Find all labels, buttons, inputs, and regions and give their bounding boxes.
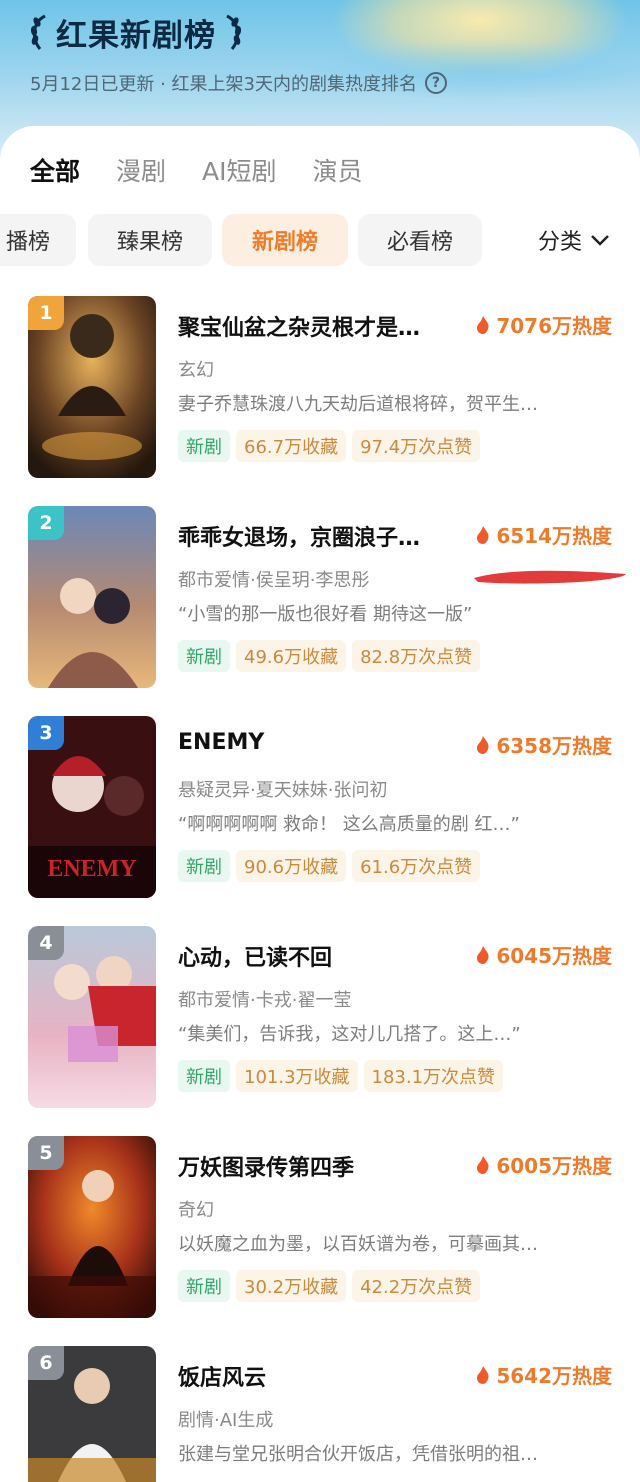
rank-badge: 4 (28, 926, 64, 960)
list-item[interactable]: 1 聚宝仙盆之杂灵根才是… 7076万热度 玄幻 妻子乔慧珠渡八九天劫后道根将碎… (28, 296, 628, 478)
tab-must-watch-ranking[interactable]: 必看榜 (358, 214, 482, 266)
rank-badge: 3 (28, 716, 64, 750)
heat-text: 6045万热度 (496, 944, 612, 968)
heat-text: 6005万热度 (496, 1154, 612, 1178)
drama-title[interactable]: 聚宝仙盆之杂灵根才是… (178, 310, 458, 342)
stat-badges: 新剧 30.2万收藏 42.2万次点赞 (178, 1270, 481, 1302)
list-item[interactable]: 2 乖乖女退场，京圈浪子… 6514万热度 都市爱情·侯呈玥·李思彤 “小雪的那… (28, 506, 628, 688)
question-circle-icon[interactable]: ? (424, 72, 447, 94)
category-button[interactable]: 分类 (520, 214, 640, 266)
stat-badges: 新剧 101.3万收藏 183.1万次点赞 (178, 1060, 504, 1092)
page-title: 红果新剧榜 (56, 17, 216, 54)
update-subtitle: 5月12日已更新 · 红果上架3天内的剧集热度排名 ? (30, 70, 447, 96)
drama-title[interactable]: ENEMY (178, 730, 458, 755)
drama-title[interactable]: 饭店风云 (178, 1360, 458, 1392)
flame-icon (477, 735, 489, 754)
subtitle-text: 5月12日已更新 · 红果上架3天内的剧集热度排名 (30, 74, 417, 95)
favorites-badge: 66.7万收藏 (236, 430, 347, 462)
flame-icon (477, 525, 489, 544)
drama-tags: 奇幻 (178, 1200, 214, 1221)
tab-new-drama-ranking[interactable]: 新剧榜 (222, 214, 348, 266)
drama-description: “集美们，告诉我，这对儿几搭了。这上…” (178, 1024, 521, 1045)
drama-description: 张建与堂兄张明合伙开饭店，凭借张明的祖… (178, 1444, 538, 1465)
list-item[interactable]: 4 心动，已读不回 6045万热度 都市爱情·卡戎·翟一莹 “集美们，告诉我，这… (28, 926, 628, 1108)
new-badge: 新剧 (178, 1270, 230, 1302)
heat-value: 6358万热度 (476, 730, 612, 759)
list-item[interactable]: ENEMY 3 ENEMY 6358万热度 悬疑灵异·夏天妹妹·张问初 “啊啊啊… (28, 716, 628, 898)
likes-badge: 42.2万次点赞 (352, 1270, 481, 1302)
heat-value: 6045万热度 (476, 940, 612, 969)
drama-description: “啊啊啊啊啊 救命！ 这么高质量的剧 红…” (178, 814, 520, 835)
drama-description: “小雪的那一版也很好看 期待这一版” (178, 604, 473, 625)
laurel-right-icon (226, 14, 242, 50)
heat-text: 6358万热度 (496, 734, 612, 758)
heat-text: 5642万热度 (496, 1364, 612, 1388)
new-badge: 新剧 (178, 850, 230, 882)
drama-tags: 都市爱情·卡戎·翟一莹 (178, 990, 352, 1011)
drama-description: 以妖魔之血为墨，以百妖谱为卷，可摹画其… (178, 1234, 538, 1255)
poster-image[interactable]: 6 (28, 1346, 156, 1482)
poster-image[interactable]: ENEMY 3 (28, 716, 156, 898)
stat-badges: 新剧 90.6万收藏 61.6万次点赞 (178, 850, 481, 882)
flame-icon (477, 315, 489, 334)
favorites-badge: 90.6万收藏 (236, 850, 347, 882)
flame-icon (477, 1155, 489, 1174)
laurel-left-icon (30, 14, 46, 50)
tab-comic-drama[interactable]: 漫剧 (116, 152, 166, 188)
drama-title[interactable]: 万妖图录传第四季 (178, 1150, 458, 1182)
tab-play-ranking[interactable]: 播榜 (0, 214, 76, 266)
new-badge: 新剧 (178, 430, 230, 462)
new-badge: 新剧 (178, 640, 230, 672)
stat-badges: 新剧 49.6万收藏 82.8万次点赞 (178, 640, 481, 672)
favorites-badge: 30.2万收藏 (236, 1270, 347, 1302)
tab-actors[interactable]: 演员 (313, 152, 363, 188)
list-item[interactable]: 5 万妖图录传第四季 6005万热度 奇幻 以妖魔之血为墨，以百妖谱为卷，可摹画… (28, 1136, 628, 1318)
title-area: 红果新剧榜 (28, 10, 244, 54)
heat-value: 6514万热度 (476, 520, 612, 549)
likes-badge: 183.1万次点赞 (363, 1060, 504, 1092)
drama-tags: 玄幻 (178, 360, 214, 381)
drama-tags: 悬疑灵异·夏天妹妹·张问初 (178, 780, 388, 801)
flame-icon (477, 1365, 489, 1384)
drama-title[interactable]: 心动，已读不回 (178, 940, 458, 972)
drama-description: 妻子乔慧珠渡八九天劫后道根将碎，贺平生… (178, 394, 538, 415)
likes-badge: 61.6万次点赞 (352, 850, 481, 882)
poster-title-text: ENEMY (47, 856, 136, 882)
heat-value: 5642万热度 (476, 1360, 612, 1389)
heat-text: 6514万热度 (496, 524, 612, 548)
rank-badge: 1 (28, 296, 64, 330)
poster-image[interactable]: 1 (28, 296, 156, 478)
rank-badge: 2 (28, 506, 64, 540)
poster-image[interactable]: 4 (28, 926, 156, 1108)
flame-icon (477, 945, 489, 964)
favorites-badge: 49.6万收藏 (236, 640, 347, 672)
stat-badges: 新剧 66.7万收藏 97.4万次点赞 (178, 430, 481, 462)
tab-ai-short-drama[interactable]: AI短剧 (202, 152, 276, 188)
rank-badge: 6 (28, 1346, 64, 1380)
favorites-badge: 101.3万收藏 (236, 1060, 358, 1092)
drama-tags: 剧情·AI生成 (178, 1410, 274, 1431)
list-item[interactable]: 6 饭店风云 5642万热度 剧情·AI生成 张建与堂兄张明合伙开饭店，凭借张明… (28, 1346, 628, 1482)
redaction-mark (474, 570, 626, 584)
category-label: 分类 (538, 230, 583, 255)
heat-text: 7076万热度 (496, 314, 612, 338)
chevron-down-icon (591, 235, 609, 246)
type-tabs: 全部 漫剧 AI短剧 演员 (30, 152, 363, 188)
likes-badge: 97.4万次点赞 (352, 430, 481, 462)
poster-image[interactable]: 2 (28, 506, 156, 688)
poster-image[interactable]: 5 (28, 1136, 156, 1318)
rank-badge: 5 (28, 1136, 64, 1170)
tab-all[interactable]: 全部 (30, 152, 80, 188)
heat-value: 6005万热度 (476, 1150, 612, 1179)
new-badge: 新剧 (178, 1060, 230, 1092)
heat-value: 7076万热度 (476, 310, 612, 339)
tab-premium-ranking[interactable]: 臻果榜 (88, 214, 212, 266)
likes-badge: 82.8万次点赞 (352, 640, 481, 672)
drama-title[interactable]: 乖乖女退场，京圈浪子… (178, 520, 458, 552)
